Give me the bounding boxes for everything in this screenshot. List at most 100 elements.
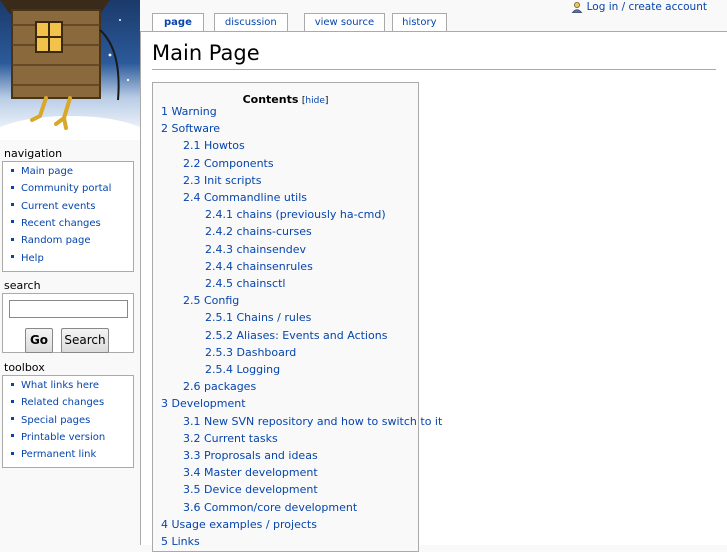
toc-item-number: 2.4.3: [205, 242, 233, 256]
toc-item[interactable]: 2.5.1 Chains / rules: [205, 310, 311, 325]
toc-item[interactable]: 2.5.4 Logging: [205, 362, 280, 377]
toc-item[interactable]: 2.5.3 Dashboard: [205, 345, 296, 360]
toc-item-text: chains (previously ha-cmd): [236, 208, 386, 222]
toc-item-number: 3.5: [183, 483, 201, 497]
navigation-link[interactable]: Random page: [21, 235, 91, 246]
toc-hide-link[interactable]: hide: [305, 96, 324, 106]
toc-item-text: Components: [204, 156, 274, 170]
toc-item-number: 2.5: [183, 294, 201, 308]
bullet-icon: [11, 220, 14, 224]
navigation-link[interactable]: Recent changes: [21, 218, 101, 229]
toc-item-text: Software: [171, 122, 221, 136]
toolbox-link[interactable]: Printable version: [21, 432, 105, 443]
toolbox-item[interactable]: Permanent link: [11, 449, 96, 461]
toc-item-number: 3.4: [183, 466, 201, 480]
toolbox-link[interactable]: Permanent link: [21, 449, 96, 460]
go-button[interactable]: Go: [25, 328, 53, 353]
navigation-link[interactable]: Main page: [21, 166, 73, 177]
toc-item-text: Chains / rules: [236, 311, 312, 325]
toc-item[interactable]: 1 Warning: [161, 104, 217, 119]
toc-item[interactable]: 2.4.1 chains (previously ha-cmd): [205, 207, 386, 222]
toc-item[interactable]: 4 Usage examples / projects: [161, 517, 317, 532]
toolbox-link[interactable]: Special pages: [21, 415, 90, 426]
toc-item-text: Howtos: [204, 139, 245, 153]
bullet-icon: [11, 382, 14, 386]
toc-item[interactable]: 2.5 Config: [183, 293, 239, 308]
tab-view-source[interactable]: view source: [303, 13, 386, 31]
bullet-icon: [11, 237, 14, 241]
navigation-link[interactable]: Help: [21, 253, 44, 264]
toc-item-number: 3.2: [183, 431, 201, 445]
search-button[interactable]: Search: [61, 328, 109, 353]
navigation-item[interactable]: Current events: [11, 201, 95, 213]
table-of-contents: Contents [hide] 1 Warning 2 Software 2.1 H…: [152, 82, 442, 552]
toolbox-link[interactable]: What links here: [21, 380, 99, 391]
page-tabs: page discussion view source history: [152, 13, 457, 32]
toc-item-text: Master development: [204, 466, 318, 480]
tab-history[interactable]: history: [392, 13, 447, 31]
toolbox-portlet: What links here Related changes Special pa…: [2, 375, 134, 468]
toc-item[interactable]: 3.1 New SVN repository and how to switch…: [183, 414, 442, 429]
toc-item[interactable]: 2.4.4 chainsenrules: [205, 259, 313, 274]
toc-item[interactable]: 3.4 Master development: [183, 465, 318, 480]
toc-item[interactable]: 2.3 Init scripts: [183, 173, 261, 188]
toolbox-link[interactable]: Related changes: [21, 397, 104, 408]
toc-item[interactable]: 2.4.5 chainsctl: [205, 276, 285, 291]
toc-item-number: 2.4.5: [205, 277, 233, 290]
site-logo[interactable]: [0, 0, 140, 140]
toc-item[interactable]: 3.2 Current tasks: [183, 431, 278, 446]
toc-item-text: chainsendev: [236, 242, 307, 256]
navigation-item[interactable]: Random page: [11, 235, 91, 247]
toc-hide-bracket-close: ]: [324, 96, 329, 106]
toc-item[interactable]: 5 Links: [161, 534, 200, 549]
toolbox-item[interactable]: What links here: [11, 380, 99, 392]
toc-item-number: 3.6: [183, 500, 201, 514]
navigation-item[interactable]: Recent changes: [11, 218, 101, 230]
toc-item[interactable]: 2.2 Components: [183, 156, 274, 171]
toc-item-number: 3.1: [183, 414, 201, 428]
navigation-link[interactable]: Community portal: [21, 183, 111, 194]
toc-item[interactable]: 3.5 Device development: [183, 482, 318, 497]
toc-item[interactable]: 2.4 Commandline utils: [183, 190, 307, 205]
toc-item-number: 3: [161, 397, 168, 411]
toc-item[interactable]: 2.4.3 chainsendev: [205, 242, 306, 257]
toc-item-number: 2.4: [183, 191, 201, 204]
toc-item-text: Device development: [204, 483, 318, 497]
toc-item-text: New SVN repository and how to switch to …: [204, 414, 443, 428]
toc-item-text: packages: [204, 380, 257, 394]
tab-discussion[interactable]: discussion: [213, 13, 288, 31]
login-link[interactable]: Log in / create account: [587, 1, 707, 13]
toc-item-number: 5: [161, 535, 168, 548]
toc-item-text: Current tasks: [204, 431, 278, 445]
bullet-icon: [11, 185, 14, 189]
search-input[interactable]: [9, 300, 128, 318]
toc-item-text: Logging: [236, 363, 281, 376]
toc-item-text: chainsenrules: [236, 259, 313, 273]
navigation-item[interactable]: Main page: [11, 166, 73, 178]
toc-item-number: 2.5.4: [205, 363, 233, 376]
toc-item[interactable]: 2.6 packages: [183, 379, 256, 394]
page-title: Main Page: [152, 41, 260, 65]
toc-item[interactable]: 2.4.2 chains-curses: [205, 224, 312, 239]
toc-item-number: 2: [161, 122, 168, 136]
navigation-portlet: Main page Community portal Current events R…: [2, 161, 134, 272]
toc-item-number: 2.5.1: [205, 311, 233, 325]
toc-item[interactable]: 2.1 Howtos: [183, 138, 245, 153]
tab-page[interactable]: page: [152, 13, 204, 32]
toc-item[interactable]: 2.5.2 Aliases: Events and Actions: [205, 328, 387, 343]
navigation-link[interactable]: Current events: [21, 201, 95, 212]
navigation-item[interactable]: Help: [11, 253, 44, 265]
toc-item[interactable]: 3.3 Proprosals and ideas: [183, 448, 318, 463]
navigation-item[interactable]: Community portal: [11, 183, 111, 195]
toc-item-number: 2.1: [183, 139, 201, 153]
toolbox-item[interactable]: Printable version: [11, 432, 105, 444]
toc-item-number: 4: [161, 517, 168, 531]
toc-item[interactable]: 3.6 Common/core development: [183, 500, 357, 515]
toolbox-item[interactable]: Related changes: [11, 397, 104, 409]
toc-item[interactable]: 3 Development: [161, 396, 246, 411]
toc-item[interactable]: 2 Software: [161, 121, 220, 136]
toc-item-text: Common/core development: [204, 500, 358, 514]
toc-item-text: Warning: [171, 105, 217, 118]
toc-item-text: Commandline utils: [204, 191, 308, 204]
toolbox-item[interactable]: Special pages: [11, 415, 90, 427]
